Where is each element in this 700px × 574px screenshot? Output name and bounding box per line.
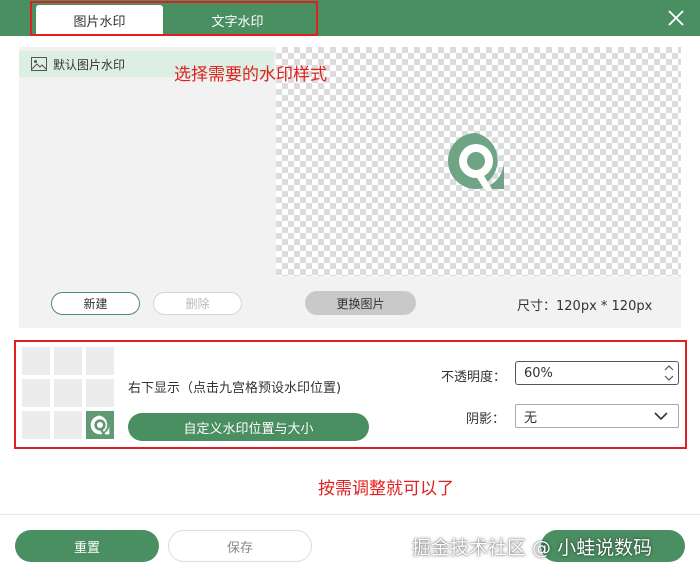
chevron-down-icon: [654, 412, 668, 421]
shadow-label: 阴影：: [466, 412, 506, 427]
opacity-stepper[interactable]: 60%: [515, 361, 679, 385]
watermark-logo-icon: [90, 415, 110, 435]
opacity-value: 60%: [524, 365, 553, 381]
grid-cell-middle-left[interactable]: [22, 379, 50, 407]
reset-button[interactable]: 重置: [15, 530, 159, 562]
grid-cell-top-center[interactable]: [54, 347, 82, 375]
grid-cell-bottom-center[interactable]: [54, 411, 82, 439]
grid-cell-bottom-left[interactable]: [22, 411, 50, 439]
position-grid: [22, 347, 114, 439]
opacity-label: 不透明度：: [441, 370, 507, 385]
chevron-up-icon[interactable]: [664, 364, 674, 371]
watermark-logo-icon: [448, 133, 504, 189]
tab-image-watermark[interactable]: 图片水印: [36, 5, 163, 36]
shadow-select[interactable]: 无: [515, 404, 679, 428]
tab-text-watermark[interactable]: 文字水印: [165, 5, 310, 36]
annotation-adjust: 按需调整就可以了: [318, 479, 454, 499]
grid-cell-top-left[interactable]: [22, 347, 50, 375]
delete-button[interactable]: 删除: [153, 292, 242, 315]
close-icon: [668, 10, 684, 26]
save-button[interactable]: 保存: [168, 530, 312, 562]
shadow-value: 无: [524, 410, 538, 426]
change-image-button[interactable]: 更换图片: [305, 291, 416, 315]
grid-cell-middle-right[interactable]: [86, 379, 114, 407]
chevron-down-icon[interactable]: [664, 375, 674, 382]
size-label: 尺寸：120px * 120px: [517, 299, 653, 314]
site-watermark: 掘金技术社区 @ 小蛙说数码: [412, 537, 653, 559]
grid-cell-top-right[interactable]: [86, 347, 114, 375]
annotation-select-style: 选择需要的水印样式: [174, 65, 327, 85]
new-button[interactable]: 新建: [51, 292, 140, 315]
position-description: 右下显示（点击九宫格预设水印位置): [128, 381, 342, 396]
custom-position-button[interactable]: 自定义水印位置与大小: [128, 413, 369, 441]
close-button[interactable]: [664, 6, 688, 30]
grid-cell-bottom-right[interactable]: [86, 411, 114, 439]
image-icon: [31, 57, 47, 71]
opacity-spinner[interactable]: [664, 364, 674, 382]
list-item-label: 默认图片水印: [53, 57, 126, 72]
grid-cell-center[interactable]: [54, 379, 82, 407]
footer-divider: [0, 514, 700, 515]
